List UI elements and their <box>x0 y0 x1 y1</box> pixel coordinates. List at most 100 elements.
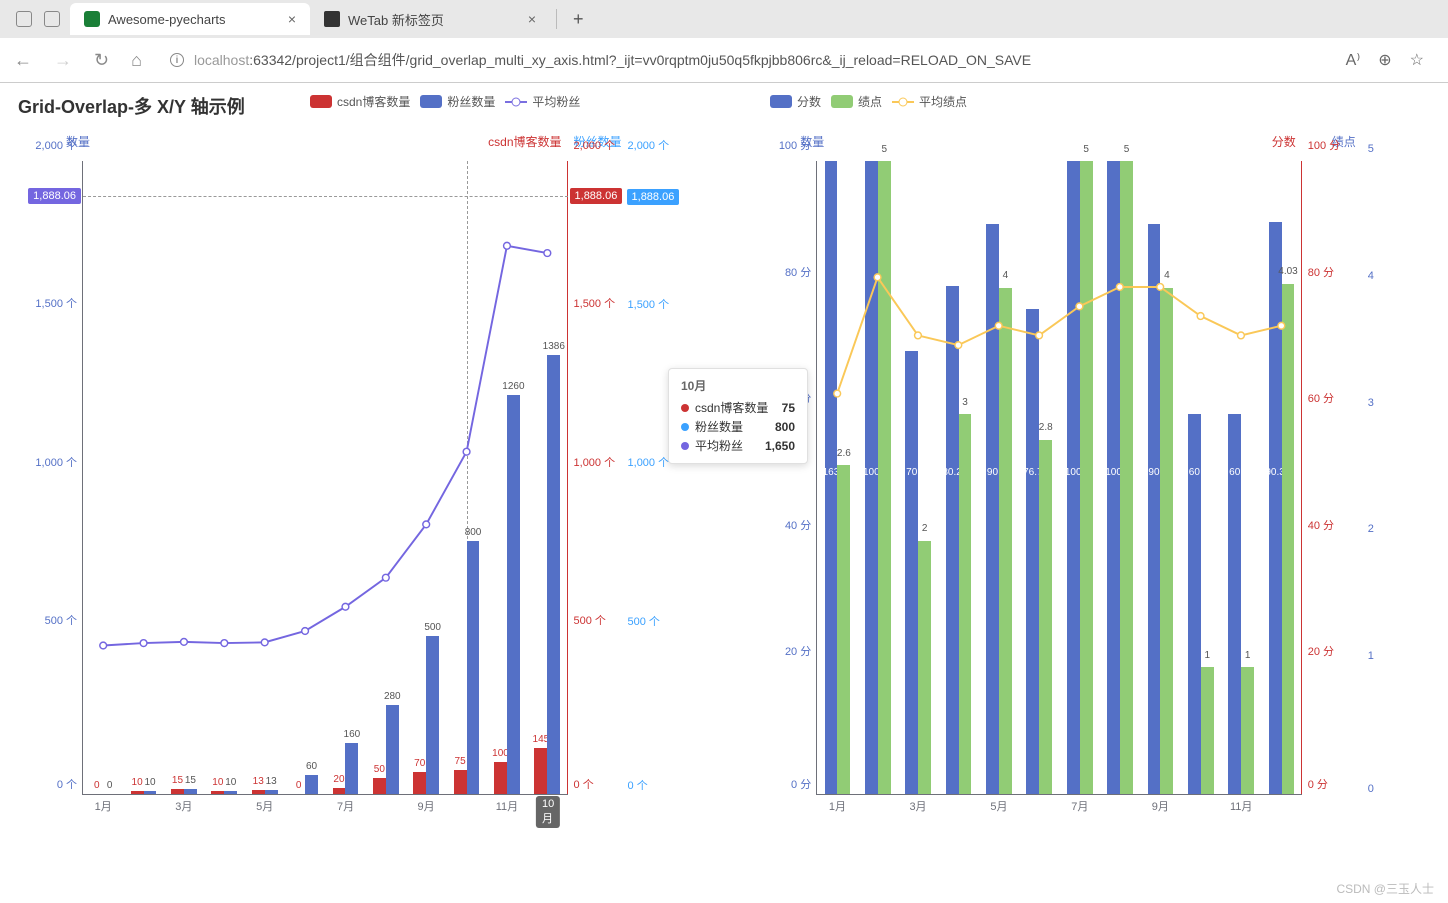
bar-label: 20 <box>333 774 344 785</box>
bar-label: 5 <box>881 144 887 155</box>
bar <box>426 636 439 794</box>
watermark: CSDN @三玉人士 <box>1336 880 1434 897</box>
legend-swatch <box>420 95 442 108</box>
tooltip-row: 平均粉丝1,650 <box>681 436 795 455</box>
bar <box>131 791 144 794</box>
panel-icon[interactable] <box>44 11 60 27</box>
chart-area: 数量 csdn博客数量 粉丝数量 0 个 500 个 1,000 个 1,500… <box>18 133 1430 823</box>
bar <box>1201 667 1214 794</box>
legend-left: csdn博客数量 粉丝数量 平均粉丝 <box>310 93 580 110</box>
bar-label: 1 <box>1245 650 1251 661</box>
bar <box>224 791 237 794</box>
bar-label: 0 <box>296 780 302 791</box>
read-aloud-icon[interactable]: A⁾ <box>1346 50 1361 70</box>
forward-button[interactable]: → <box>50 46 76 75</box>
favorite-icon[interactable]: ☆ <box>1410 50 1424 70</box>
bar-label: 5 <box>1124 144 1130 155</box>
dot-icon <box>681 404 689 412</box>
subchart-right[interactable]: 数量 分数 绩点 0 分 20 分 40 分 60 分 80 分 100 分 0… <box>752 133 1402 823</box>
chart-title: Grid-Overlap-多 X/Y 轴示例 <box>18 93 245 119</box>
bar-label: 13 <box>253 776 264 787</box>
yaxis-title: 分数 <box>1272 133 1296 150</box>
tab-title: Awesome-pyecharts <box>108 12 226 27</box>
bar <box>184 789 197 794</box>
bar <box>211 791 224 794</box>
bar-label: 5 <box>1083 144 1089 155</box>
address-bar: ← → ↻ ⌂ i localhost:63342/project1/组合组件/… <box>0 38 1448 82</box>
tabs-bar: Awesome-pyecharts × WeTab 新标签页 × + <box>0 0 1448 38</box>
bar <box>144 791 157 794</box>
tooltip-row: csdn博客数量75 <box>681 398 795 417</box>
tab-title: WeTab 新标签页 <box>348 10 444 29</box>
axis-pointer-value: 1,888.06 <box>570 188 623 204</box>
favicon-icon <box>324 11 340 27</box>
url-text: localhost:63342/project1/组合组件/grid_overl… <box>194 50 1031 70</box>
bar-label: 160 <box>344 729 361 740</box>
bar <box>345 743 358 794</box>
bar-label: 60 <box>306 761 317 772</box>
tab-awesome-pyecharts[interactable]: Awesome-pyecharts × <box>70 3 310 35</box>
tab-wetab[interactable]: WeTab 新标签页 × <box>310 2 550 37</box>
tooltip: 10月 csdn博客数量75 粉丝数量800 平均粉丝1,650 <box>668 368 808 464</box>
legend-item-avgfans[interactable]: 平均粉丝 <box>505 93 580 110</box>
bar <box>386 705 399 794</box>
bar <box>333 788 346 794</box>
legend-item-gpa[interactable]: 绩点 <box>831 93 882 110</box>
bar-label: 50 <box>374 764 385 775</box>
sidebar-icon[interactable] <box>16 11 32 27</box>
close-icon[interactable]: × <box>288 11 296 27</box>
tooltip-title: 10月 <box>681 377 795 394</box>
bar-label: 15 <box>172 775 183 786</box>
bar <box>252 790 265 794</box>
bar <box>305 775 318 794</box>
dot-icon <box>681 442 689 450</box>
legend-right: 分数 绩点 平均绩点 <box>770 93 967 110</box>
browser-chrome: Awesome-pyecharts × WeTab 新标签页 × + ← → ↻… <box>0 0 1448 83</box>
bar-label: 0 <box>94 780 100 791</box>
axis-pointer-value: 1,888.06 <box>627 189 680 205</box>
bar-label: 1 <box>1204 650 1210 661</box>
legend-swatch <box>770 95 792 108</box>
bar <box>1241 667 1254 794</box>
bar <box>171 789 184 794</box>
line-avggpa <box>817 161 1302 646</box>
bar-label: 0 <box>107 780 113 791</box>
yaxis-title: csdn博客数量 <box>488 133 561 150</box>
bar <box>265 790 278 794</box>
legend-swatch <box>831 95 853 108</box>
bar-label: 10 <box>132 777 143 788</box>
back-button[interactable]: ← <box>10 46 36 75</box>
refresh-button[interactable]: ↻ <box>90 46 113 75</box>
bar-label: 13 <box>266 776 277 787</box>
axis-pointer-x: 10月 <box>536 796 560 828</box>
line-avgfans <box>83 161 568 646</box>
plot-right: 0 分 20 分 40 分 60 分 80 分 100 分 0 分 20 分 4… <box>816 161 1302 795</box>
bar <box>494 762 507 794</box>
bar <box>373 778 386 794</box>
bar-label: 10 <box>144 777 155 788</box>
bar-label: 280 <box>384 691 401 702</box>
subchart-left[interactable]: 数量 csdn博客数量 粉丝数量 0 个 500 个 1,000 个 1,500… <box>18 133 668 823</box>
url-input[interactable]: i localhost:63342/project1/组合组件/grid_ove… <box>160 44 1332 76</box>
legend-swatch <box>310 95 332 108</box>
tooltip-row: 粉丝数量800 <box>681 417 795 436</box>
bar <box>454 770 467 794</box>
info-icon[interactable]: i <box>170 53 184 67</box>
new-tab-button[interactable]: + <box>563 9 594 30</box>
legend-item-score[interactable]: 分数 <box>770 93 821 110</box>
legend-item-avggpa[interactable]: 平均绩点 <box>892 93 967 110</box>
home-button[interactable]: ⌂ <box>127 46 146 75</box>
bar-label: 15 <box>185 775 196 786</box>
favicon-icon <box>84 11 100 27</box>
bar-label: 10 <box>225 777 236 788</box>
plot-left: 0 个 500 个 1,000 个 1,500 个 2,000 个 0 个 50… <box>82 161 568 795</box>
bar <box>413 772 426 794</box>
legend-item-fans[interactable]: 粉丝数量 <box>420 93 495 110</box>
legend-line-icon <box>505 101 527 103</box>
legend-item-csdn[interactable]: csdn博客数量 <box>310 93 410 110</box>
zoom-icon[interactable]: ⊕ <box>1378 50 1391 70</box>
page-content: Grid-Overlap-多 X/Y 轴示例 csdn博客数量 粉丝数量 平均粉… <box>0 83 1448 903</box>
close-icon[interactable]: × <box>528 11 536 27</box>
bar-label: 75 <box>455 756 466 767</box>
window-controls <box>6 11 70 27</box>
